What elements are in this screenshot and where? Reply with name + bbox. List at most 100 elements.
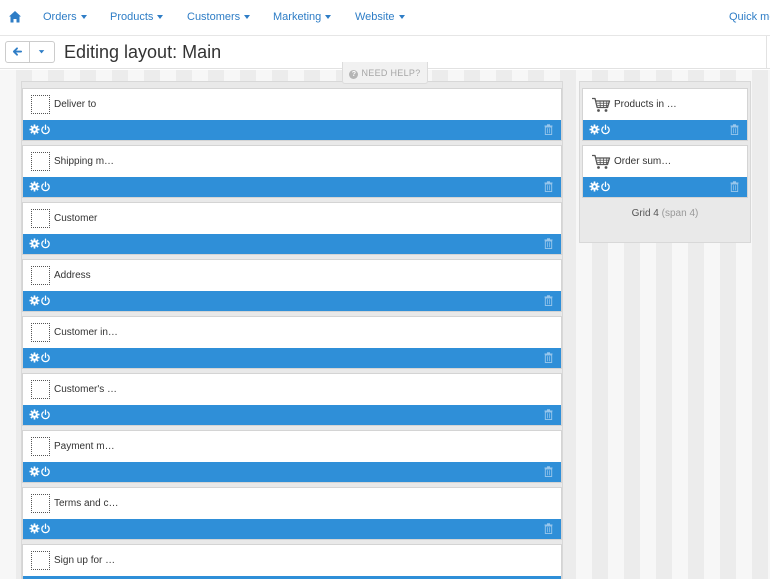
- layout-block[interactable]: Products in …: [582, 88, 748, 141]
- block-header[interactable]: Shipping m…: [23, 146, 561, 177]
- divider: [766, 36, 767, 69]
- nav-products-label: Products: [110, 11, 154, 23]
- layout-block[interactable]: Order sum…: [582, 145, 748, 198]
- nav-products[interactable]: Products: [110, 11, 164, 23]
- chevron-down-icon: [244, 15, 251, 20]
- power-icon[interactable]: [40, 124, 51, 135]
- layout-block[interactable]: Customer in…: [22, 316, 562, 369]
- block-header[interactable]: Terms and c…: [23, 488, 561, 519]
- block-header[interactable]: Order sum…: [583, 146, 747, 177]
- block-toolbar: [23, 405, 561, 425]
- block-header[interactable]: Customer: [23, 203, 561, 234]
- gear-icon[interactable]: [29, 124, 40, 135]
- trash-icon[interactable]: [730, 181, 739, 192]
- quick-menu-link[interactable]: Quick me: [729, 11, 770, 23]
- block-title: Customer: [54, 213, 98, 224]
- block-title: Sign up for …: [54, 555, 116, 566]
- gear-icon[interactable]: [29, 352, 40, 363]
- grid-span: (span 4): [661, 208, 699, 219]
- layout-block[interactable]: Sign up for …: [22, 544, 562, 579]
- gear-icon[interactable]: [29, 466, 40, 477]
- nav-customers[interactable]: Customers: [187, 11, 251, 23]
- block-toolbar: [23, 462, 561, 482]
- power-icon[interactable]: [40, 352, 51, 363]
- block-header[interactable]: Address: [23, 260, 561, 291]
- trash-icon[interactable]: [544, 466, 553, 477]
- block-toolbar: [23, 519, 561, 539]
- need-help-label: NEED HELP?: [361, 68, 421, 78]
- block-header[interactable]: Deliver to: [23, 89, 561, 120]
- block-header[interactable]: Payment m…: [23, 431, 561, 462]
- power-icon[interactable]: [40, 409, 51, 420]
- dotted-square-icon: [31, 551, 50, 570]
- dotted-square-icon: [31, 152, 50, 171]
- layout-block[interactable]: Shipping m…: [22, 145, 562, 198]
- power-icon[interactable]: [40, 295, 51, 306]
- cart-icon: [592, 97, 611, 112]
- side-grid-label: Grid 4 (span 4): [579, 208, 751, 219]
- power-icon[interactable]: [40, 238, 51, 249]
- block-title: Shipping m…: [54, 156, 115, 167]
- gear-icon[interactable]: [589, 181, 600, 192]
- block-header[interactable]: Sign up for …: [23, 545, 561, 576]
- trash-icon[interactable]: [544, 409, 553, 420]
- block-title: Terms and c…: [54, 498, 119, 509]
- nav-orders[interactable]: Orders: [43, 11, 87, 23]
- chevron-down-icon: [398, 15, 405, 20]
- power-icon[interactable]: [600, 181, 611, 192]
- layout-block[interactable]: Deliver to: [22, 88, 562, 141]
- caret-down-icon: [38, 50, 45, 54]
- block-header[interactable]: Customer's …: [23, 374, 561, 405]
- trash-icon[interactable]: [730, 124, 739, 135]
- gear-icon[interactable]: [29, 295, 40, 306]
- chevron-down-icon: [80, 15, 87, 20]
- block-toolbar: [583, 177, 747, 197]
- home-icon[interactable]: [8, 10, 22, 24]
- power-icon[interactable]: [600, 124, 611, 135]
- power-icon[interactable]: [40, 523, 51, 534]
- gear-icon[interactable]: [29, 523, 40, 534]
- top-navigation: Orders Products Customers Marketing Webs…: [0, 0, 770, 36]
- gear-icon[interactable]: [29, 238, 40, 249]
- layout-block[interactable]: Terms and c…: [22, 487, 562, 540]
- trash-icon[interactable]: [544, 124, 553, 135]
- nav-website-label: Website: [355, 11, 395, 23]
- dotted-square-icon: [31, 95, 50, 114]
- nav-website[interactable]: Website: [355, 11, 405, 23]
- gear-icon[interactable]: [589, 124, 600, 135]
- cart-icon: [592, 154, 611, 169]
- block-header[interactable]: Customer in…: [23, 317, 561, 348]
- arrow-left-icon: [12, 47, 23, 56]
- block-title: Address: [54, 270, 91, 281]
- back-button[interactable]: [5, 41, 30, 63]
- block-title: Order sum…: [614, 156, 672, 167]
- power-icon[interactable]: [40, 181, 51, 192]
- block-toolbar: [23, 177, 561, 197]
- gear-icon[interactable]: [29, 181, 40, 192]
- trash-icon[interactable]: [544, 352, 553, 363]
- nav-marketing[interactable]: Marketing: [273, 11, 332, 23]
- back-dropdown-button[interactable]: [30, 41, 55, 63]
- layout-block[interactable]: Address: [22, 259, 562, 312]
- layout-block[interactable]: Payment m…: [22, 430, 562, 483]
- nav-marketing-label: Marketing: [273, 11, 322, 23]
- dotted-square-icon: [31, 266, 50, 285]
- gear-icon[interactable]: [29, 409, 40, 420]
- dotted-square-icon: [31, 209, 50, 228]
- block-header[interactable]: Products in …: [583, 89, 747, 120]
- dotted-square-icon: [31, 437, 50, 456]
- trash-icon[interactable]: [544, 523, 553, 534]
- block-toolbar: [23, 120, 561, 140]
- page-title: Editing layout: Main: [64, 42, 222, 62]
- nav-orders-label: Orders: [43, 11, 77, 23]
- trash-icon[interactable]: [544, 181, 553, 192]
- trash-icon[interactable]: [544, 295, 553, 306]
- dotted-square-icon: [31, 323, 50, 342]
- block-title: Deliver to: [54, 99, 97, 110]
- trash-icon[interactable]: [544, 238, 553, 249]
- layout-block[interactable]: Customer's …: [22, 373, 562, 426]
- block-toolbar: [583, 120, 747, 140]
- power-icon[interactable]: [40, 466, 51, 477]
- need-help-tab[interactable]: ? NEED HELP?: [342, 62, 428, 84]
- layout-block[interactable]: Customer: [22, 202, 562, 255]
